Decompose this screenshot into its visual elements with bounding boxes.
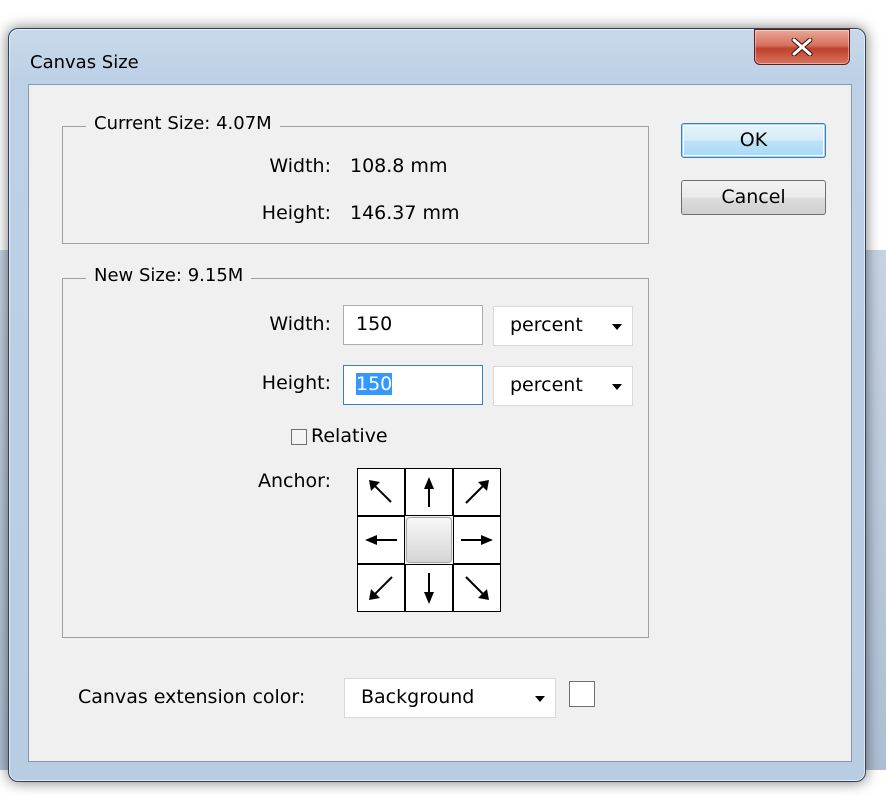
- close-button[interactable]: [754, 29, 850, 65]
- arrow-up-right-icon: [465, 480, 489, 504]
- current-height-label: Height:: [261, 202, 331, 224]
- current-width-value: 108.8 mm: [350, 155, 448, 177]
- height-unit-value: percent: [510, 374, 583, 396]
- anchor-label: Anchor:: [257, 470, 331, 492]
- anchor-bottom[interactable]: [405, 564, 453, 612]
- current-width-label: Width:: [269, 155, 331, 177]
- arrow-right-icon: [461, 535, 493, 545]
- relative-label[interactable]: Relative: [311, 425, 388, 447]
- arrow-up-left-icon: [369, 480, 392, 503]
- cancel-button[interactable]: Cancel: [681, 180, 826, 215]
- anchor-grid: [357, 468, 501, 613]
- anchor-bottom-right[interactable]: [453, 564, 501, 612]
- anchor-left[interactable]: [357, 516, 405, 564]
- width-input[interactable]: 150: [343, 305, 483, 345]
- width-unit-value: percent: [510, 314, 583, 336]
- chevron-down-icon: [535, 696, 545, 702]
- chevron-down-icon: [612, 324, 622, 330]
- extension-color-value: Background: [361, 686, 475, 708]
- current-size-group: [62, 126, 649, 244]
- relative-checkbox[interactable]: [291, 429, 307, 445]
- width-unit-dropdown[interactable]: percent: [493, 306, 633, 346]
- anchor-top-left[interactable]: [357, 468, 405, 516]
- anchor-center[interactable]: [406, 517, 452, 563]
- extension-color-dropdown[interactable]: Background: [344, 678, 556, 718]
- extension-color-swatch[interactable]: [569, 681, 595, 707]
- new-size-legend: New Size: 9.15M: [86, 265, 252, 286]
- dialog-title: Canvas Size: [30, 52, 139, 73]
- current-size-legend: Current Size: 4.07M: [86, 113, 280, 134]
- arrow-down-icon: [424, 573, 434, 604]
- extension-color-label: Canvas extension color:: [78, 686, 306, 708]
- current-height-value: 146.37 mm: [350, 202, 460, 224]
- height-input[interactable]: 150: [343, 365, 483, 405]
- height-unit-dropdown[interactable]: percent: [493, 366, 633, 406]
- arrow-down-left-icon: [369, 576, 393, 600]
- new-height-label: Height:: [261, 372, 331, 394]
- anchor-top[interactable]: [405, 468, 453, 516]
- anchor-right[interactable]: [453, 516, 501, 564]
- arrow-up-icon: [424, 477, 434, 507]
- anchor-top-right[interactable]: [453, 468, 501, 516]
- arrow-down-right-icon: [465, 576, 489, 600]
- close-x-icon: [791, 38, 813, 56]
- arrow-left-icon: [365, 535, 397, 545]
- anchor-bottom-left[interactable]: [357, 564, 405, 612]
- ok-button[interactable]: OK: [681, 123, 826, 158]
- chevron-down-icon: [612, 384, 622, 390]
- dialog-client-area: Current Size: 4.07M Width: 108.8 mm Heig…: [28, 84, 852, 762]
- height-input-selected-text: 150: [356, 373, 393, 395]
- new-width-label: Width:: [269, 313, 331, 335]
